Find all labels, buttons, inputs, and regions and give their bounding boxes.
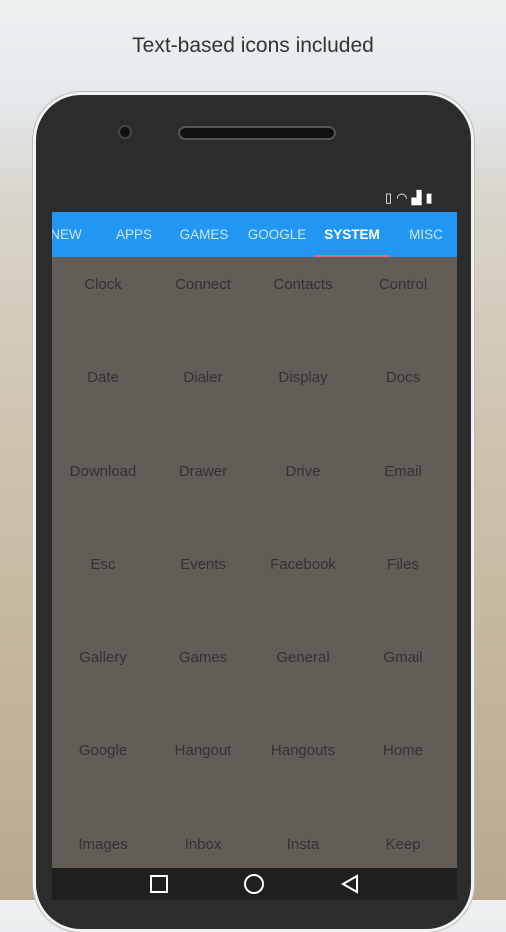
icon-item[interactable]: Events [153,537,253,630]
icon-item[interactable]: Clock [53,257,153,350]
home-icon[interactable] [243,873,265,895]
battery-icon: ▮ [425,190,433,205]
icon-item[interactable]: Drive [253,444,353,537]
icon-item[interactable]: Drawer [153,444,253,537]
nav-bar [52,868,457,900]
icon-item[interactable]: Docs [353,350,453,443]
icon-item[interactable]: Files [353,537,453,630]
icon-item[interactable]: Google [53,723,153,816]
camera [118,125,132,139]
icon-item[interactable]: Contacts [253,257,353,350]
status-bar: ▯ ◠ ▟ ▮ [385,190,433,206]
wifi-icon: ◠ [396,190,408,205]
tab-bar: NEW APPS GAMES GOOGLE SYSTEM MISC [52,212,457,257]
icon-item[interactable]: Date [53,350,153,443]
tab-games[interactable]: GAMES [172,212,236,257]
caption: Text-based icons included [132,34,374,57]
icon-item[interactable]: Insta [253,817,353,868]
icon-item[interactable]: Gmail [353,630,453,723]
icon-item[interactable]: Connect [153,257,253,350]
back-icon[interactable] [340,874,360,894]
icon-item[interactable]: Home [353,723,453,816]
icon-item[interactable]: Control [353,257,453,350]
tab-misc[interactable]: MISC [398,212,454,257]
tab-new[interactable]: NEW [52,212,90,257]
icon-item[interactable]: Download [53,444,153,537]
icon-item[interactable]: Email [353,444,453,537]
icon-item[interactable]: Keep [353,817,453,868]
recents-icon[interactable] [149,874,169,894]
signal-icon: ▟ [411,190,422,205]
icon-item[interactable]: Facebook [253,537,353,630]
tab-system[interactable]: SYSTEM [314,212,390,257]
vibrate-icon: ▯ [385,190,393,205]
tab-indicator [314,255,390,257]
icon-item[interactable]: Hangouts [253,723,353,816]
tab-google[interactable]: GOOGLE [242,212,312,257]
icon-item[interactable]: Dialer [153,350,253,443]
icon-item[interactable]: Gallery [53,630,153,723]
icon-item[interactable]: Display [253,350,353,443]
icon-item[interactable]: Inbox [153,817,253,868]
icon-item[interactable]: Games [153,630,253,723]
screen: NEW APPS GAMES GOOGLE SYSTEM MISC Clock C… [52,212,457,868]
icon-item[interactable]: Images [53,817,153,868]
icon-item[interactable]: Hangout [153,723,253,816]
tab-apps[interactable]: APPS [104,212,164,257]
icon-item[interactable]: Esc [53,537,153,630]
icon-item[interactable]: General [253,630,353,723]
speaker [178,126,336,140]
icon-grid: Clock Connect Contacts Control Date Dialer Dis… [52,257,457,868]
